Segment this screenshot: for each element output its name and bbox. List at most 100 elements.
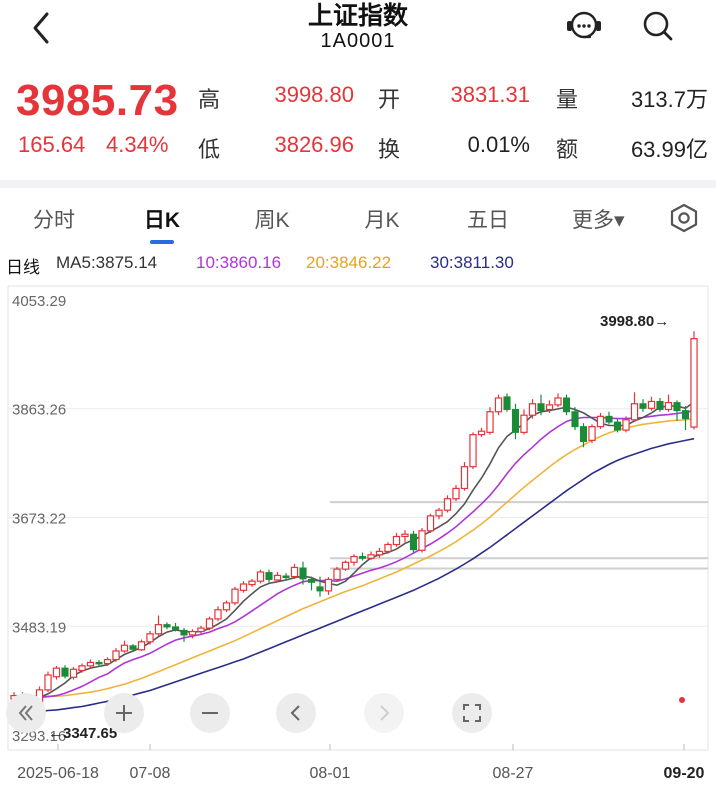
- ma20-label: 20:3846.22: [306, 253, 392, 272]
- volume-label: 量: [556, 87, 579, 112]
- double-left-icon: [18, 705, 33, 721]
- fullscreen-button[interactable]: [452, 693, 492, 733]
- page-title: 上证指数: [307, 2, 408, 30]
- candle-body: [367, 554, 375, 559]
- candle-body: [656, 400, 664, 410]
- candle-body: [401, 533, 409, 538]
- ma5-label: MA5:3875.14: [56, 253, 158, 272]
- candle-body: [562, 397, 571, 413]
- tab-daily-k[interactable]: 日K: [138, 204, 186, 234]
- candle-body: [350, 555, 358, 563]
- candle-body: [392, 535, 401, 546]
- candle-body: [486, 411, 494, 433]
- fullscreen-icon: [463, 704, 481, 722]
- candle-body: [163, 624, 171, 628]
- low-value: 3826.96: [274, 132, 354, 157]
- zoom-out-button[interactable]: [190, 693, 230, 733]
- candle-body: [95, 661, 103, 665]
- x-tick-label: 08-27: [493, 765, 534, 782]
- candle-body: [44, 674, 52, 691]
- candle-body: [188, 630, 197, 636]
- next-button[interactable]: [364, 693, 404, 733]
- scroll-to-start-button[interactable]: [6, 693, 46, 733]
- candle-body: [120, 644, 129, 652]
- candle-body: [639, 403, 647, 409]
- candle-body: [265, 572, 273, 580]
- customer-service-icon: [567, 11, 601, 39]
- turnover-label: 换: [378, 137, 401, 162]
- amount-label: 额: [556, 137, 579, 162]
- chart-settings-button[interactable]: [666, 202, 702, 234]
- candle-body: [61, 667, 69, 677]
- candle-body: [307, 578, 316, 583]
- candle-body: [171, 626, 180, 630]
- candle-body: [69, 668, 78, 678]
- candle-body: [86, 661, 95, 667]
- candle-body: [588, 426, 596, 441]
- candle-body: [333, 568, 341, 581]
- candle-body: [103, 658, 112, 665]
- candle-body: [579, 426, 588, 443]
- candle-body: [596, 415, 605, 428]
- candle-body: [290, 566, 299, 578]
- candle-body: [205, 618, 214, 629]
- kline-chart-area[interactable]: 4053.29 3863.26 3673.22 3483.19 3293.16 3998.…: [0, 280, 716, 812]
- search-button[interactable]: [636, 6, 680, 46]
- x-tick-label: 2025-06-18: [17, 765, 99, 782]
- gear-icon: [670, 203, 698, 233]
- y-tick-label: 3673.22: [12, 511, 66, 528]
- high-label: 高: [198, 87, 221, 112]
- period-label: 日线: [6, 258, 40, 277]
- tab-monthly-k[interactable]: 月K: [358, 204, 406, 234]
- tab-five-day[interactable]: 五日: [464, 204, 512, 234]
- customer-service-button[interactable]: [562, 6, 606, 46]
- candle-body: [375, 550, 384, 556]
- x-tick-label: 08-01: [310, 765, 351, 782]
- candle-body: [460, 466, 469, 490]
- candle-body: [129, 645, 137, 650]
- open-label: 开: [378, 87, 401, 112]
- volume-value: 313.7万: [630, 87, 708, 112]
- candle-body: [316, 586, 324, 592]
- min-price-label: ←3347.65: [48, 725, 117, 742]
- candle-body: [273, 574, 282, 581]
- candle-body: [673, 402, 681, 412]
- zoom-in-button[interactable]: [104, 693, 144, 733]
- candle-body: [452, 487, 460, 500]
- quote-panel: 3985.73 165.64 4.34% 高 3998.80 低 3826.96…: [0, 62, 716, 180]
- candle-body: [78, 665, 86, 672]
- candle-body: [358, 556, 367, 559]
- price-change-percent: 4.34%: [106, 132, 169, 157]
- candle-body: [494, 397, 503, 413]
- candle-body: [214, 609, 222, 620]
- candle-body: [341, 561, 350, 570]
- candle-body: [605, 415, 613, 423]
- candle-body: [622, 419, 630, 431]
- candle-body: [426, 515, 435, 532]
- candle-body: [231, 588, 239, 604]
- prev-icon: [290, 705, 300, 721]
- period-tabs: 分时 日K 周K 月K 五日 更多▾: [0, 188, 716, 246]
- ma30-label: 30:3811.30: [430, 253, 514, 272]
- turnover-value: 0.01%: [467, 132, 530, 157]
- kline-chart[interactable]: 4053.293863.263673.223483.193293.163998.…: [0, 280, 716, 812]
- section-divider: [0, 180, 716, 188]
- open-value: 3831.31: [450, 82, 530, 107]
- tab-intraday[interactable]: 分时: [30, 204, 78, 234]
- candle-body: [630, 403, 639, 421]
- previous-button[interactable]: [276, 693, 316, 733]
- tab-weekly-k[interactable]: 周K: [248, 204, 296, 234]
- candle-body: [112, 650, 120, 661]
- candle-body: [384, 543, 392, 552]
- candle-body: [571, 411, 579, 428]
- candle-body: [545, 404, 554, 411]
- x-tick-label: 07-08: [130, 765, 171, 782]
- candle-body: [443, 498, 452, 511]
- moving-average-legend: 日线 MA5:3875.14 10:3860.16 20:3846.22 30:…: [0, 250, 716, 278]
- y-tick-label: 3483.19: [12, 619, 66, 636]
- x-tick-label: 09-20: [664, 765, 705, 782]
- active-tab-indicator: [150, 240, 174, 244]
- candle-body: [282, 575, 290, 579]
- candle-body: [154, 624, 163, 635]
- more-dropdown[interactable]: 更多▾: [572, 204, 625, 234]
